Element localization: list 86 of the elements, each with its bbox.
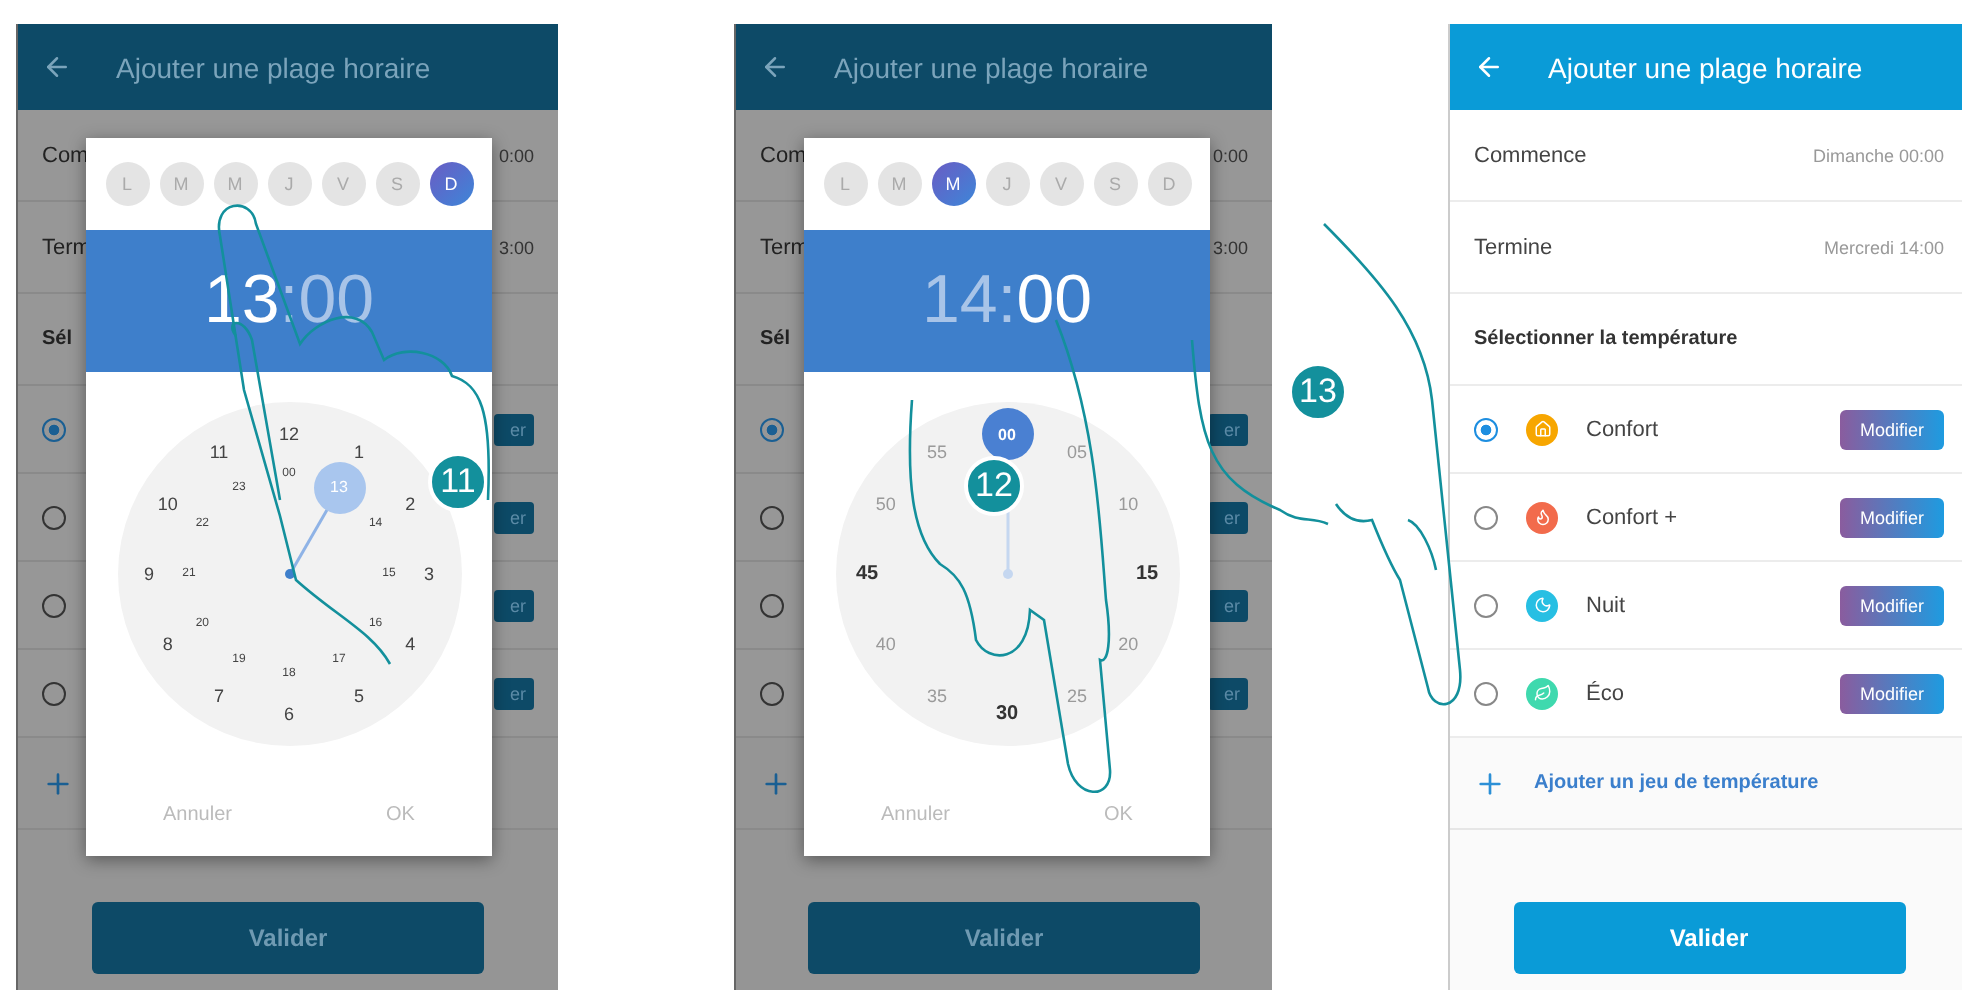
clock-number[interactable]: 20 (1118, 634, 1139, 654)
radio-button[interactable] (1474, 417, 1498, 441)
clock-number[interactable]: 05 (1067, 442, 1087, 463)
option-label: Confort + (1586, 505, 1678, 529)
clock-number[interactable]: 2 (405, 494, 416, 514)
back-icon[interactable] (42, 52, 72, 82)
clock-number[interactable]: 12 (279, 424, 299, 444)
section-title: Sél (760, 328, 791, 350)
clock-number[interactable]: 30 (995, 703, 1019, 725)
submit-button[interactable]: Valider (92, 902, 484, 974)
radio-button[interactable] (42, 417, 66, 441)
radio-button[interactable] (1474, 593, 1498, 617)
clock-number[interactable]: 15 (1135, 563, 1159, 585)
modify-button[interactable]: Modifier (1839, 585, 1944, 625)
row-value: Mercredi 14:00 (1823, 237, 1944, 257)
modify-button[interactable]: er (1207, 589, 1248, 621)
option-label: Éco (1586, 681, 1624, 705)
clock-number[interactable]: 10 (157, 494, 178, 514)
step-number: 13 (1288, 362, 1348, 422)
day-button[interactable]: D (429, 162, 473, 206)
header-title: Ajouter une plage horaire (834, 51, 1149, 83)
row-value: 3:00 (498, 237, 534, 257)
radio-button[interactable] (1474, 505, 1498, 529)
modify-button[interactable]: Modifier (1839, 673, 1944, 713)
radio-button[interactable] (42, 681, 66, 705)
modify-button[interactable]: er (493, 589, 534, 621)
minutes-text[interactable]: 00 (298, 262, 375, 340)
plus-icon[interactable] (1474, 767, 1506, 799)
clock-number[interactable]: 8 (162, 634, 173, 654)
row-label: Termine (1474, 235, 1553, 259)
modify-button[interactable]: er (493, 413, 534, 445)
radio-button[interactable] (760, 505, 784, 529)
clock-center-dot (1002, 569, 1012, 579)
modify-button[interactable]: Modifier (1839, 409, 1944, 449)
clock-number[interactable]: 50 (875, 494, 896, 514)
clock-number[interactable]: 10 (1118, 494, 1139, 514)
add-temperature-link[interactable]: Ajouter un jeu de température (1534, 772, 1819, 794)
submit-button[interactable]: Valider (1513, 902, 1905, 974)
row-value: 3:00 (1212, 237, 1248, 257)
radio-button[interactable] (760, 593, 784, 617)
hour-text[interactable]: 13 (203, 262, 280, 340)
modify-button[interactable]: Modifier (1839, 497, 1944, 537)
minutes-text[interactable]: 00 (1016, 262, 1093, 340)
day-button[interactable]: M (931, 162, 975, 206)
time-separator: : (997, 262, 1017, 340)
clock-number[interactable]: 4 (405, 634, 416, 654)
clock-center-dot (284, 569, 294, 579)
radio-button[interactable] (42, 505, 66, 529)
modify-button[interactable]: er (493, 501, 534, 533)
row-value: 0:00 (498, 145, 534, 165)
selected-time-marker[interactable]: 00 (981, 408, 1033, 460)
clock-number[interactable]: 11 (209, 442, 229, 463)
section-title: Sélectionner la température (1474, 328, 1738, 350)
submit-button[interactable]: Valider (808, 902, 1200, 974)
row-label: Commence (1474, 143, 1587, 167)
option-label: Confort (1586, 417, 1659, 441)
row-value: Dimanche 00:00 (1812, 145, 1944, 165)
plus-icon[interactable] (760, 767, 792, 799)
clock-number[interactable]: 45 (855, 563, 879, 585)
radio-button[interactable] (1474, 681, 1498, 705)
clock-number[interactable]: 9 (144, 564, 154, 584)
modify-button[interactable]: er (1207, 677, 1248, 709)
clock-number[interactable]: 7 (214, 685, 224, 706)
clock-number[interactable]: 25 (1067, 685, 1087, 706)
modify-button[interactable]: er (1207, 501, 1248, 533)
modify-button[interactable]: er (1207, 413, 1248, 445)
back-icon[interactable] (1474, 52, 1504, 82)
clock-number[interactable]: 6 (284, 704, 294, 724)
option-label: Nuit (1586, 593, 1626, 617)
clock-number[interactable]: 40 (875, 634, 896, 654)
radio-button[interactable] (760, 417, 784, 441)
clock-number[interactable]: 1 (354, 442, 364, 463)
modify-button[interactable]: er (493, 677, 534, 709)
clock-number[interactable]: 3 (424, 564, 434, 584)
clock-number[interactable]: 35 (927, 685, 947, 706)
header-title: Ajouter une plage horaire (116, 51, 431, 83)
clock-number[interactable]: 5 (354, 685, 364, 706)
plus-icon[interactable] (42, 767, 74, 799)
hour-text[interactable]: 14 (921, 262, 998, 340)
row-value: 0:00 (1212, 145, 1248, 165)
radio-button[interactable] (42, 593, 66, 617)
section-title: Sél (42, 328, 73, 350)
header-title: Ajouter une plage horaire (1548, 51, 1863, 83)
back-icon[interactable] (760, 52, 790, 82)
radio-button[interactable] (760, 681, 784, 705)
clock-number[interactable]: 55 (927, 442, 947, 463)
